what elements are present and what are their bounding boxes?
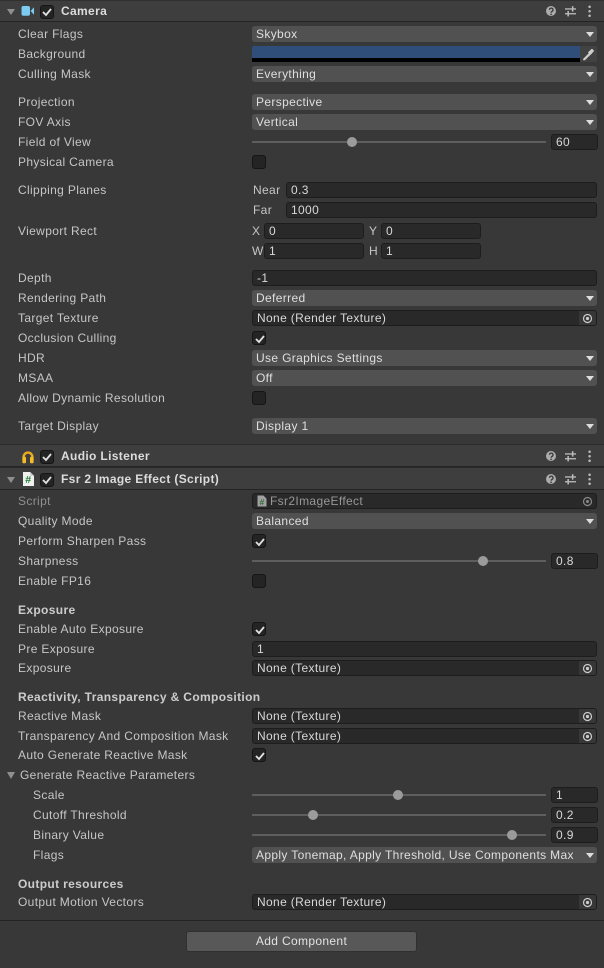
svg-text:#: # [259, 497, 264, 507]
svg-text:#: # [25, 474, 31, 486]
